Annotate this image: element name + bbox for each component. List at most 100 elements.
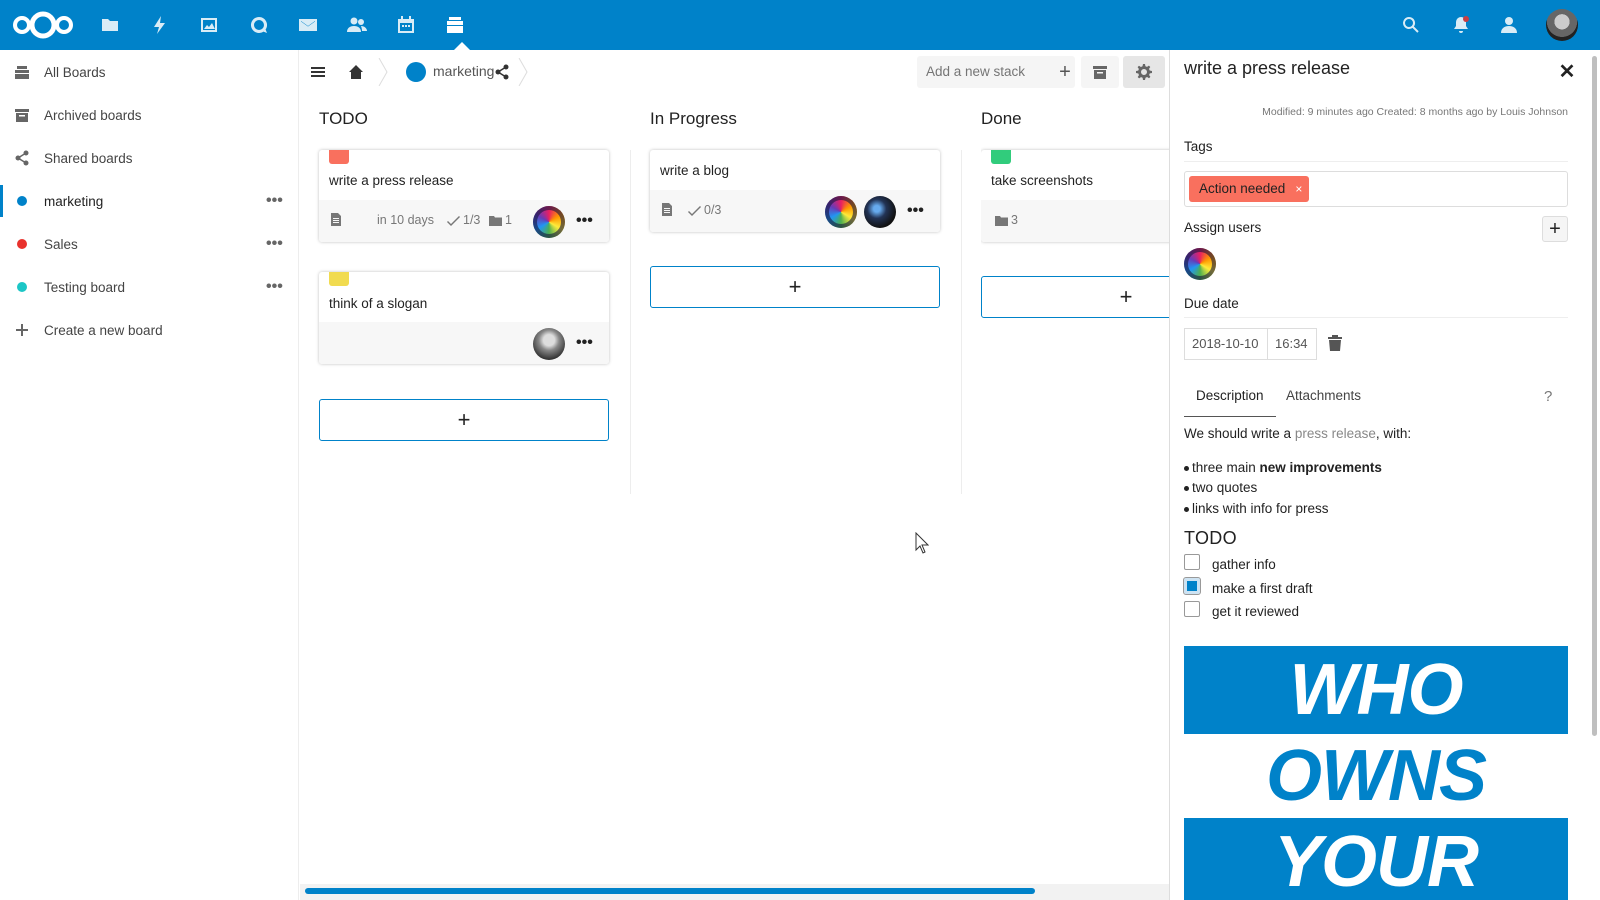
card[interactable]: take screenshots 3: [981, 150, 1169, 242]
contacts-icon[interactable]: [344, 12, 370, 38]
card[interactable]: write a press release in 10 days 1/3 1 •…: [319, 150, 609, 242]
assign-user-button[interactable]: +: [1542, 216, 1568, 242]
horizontal-scrollbar[interactable]: [305, 888, 1035, 894]
description-image: WHO OWNS YOUR: [1184, 646, 1568, 900]
active-tab-indicator: [1184, 416, 1276, 417]
checklist-checkbox[interactable]: [1183, 577, 1201, 595]
card[interactable]: write a blog 0/3 •••: [650, 150, 940, 232]
assignee-avatar[interactable]: [533, 328, 565, 360]
breadcrumb-board-name[interactable]: marketing: [433, 63, 494, 79]
tab-attachments[interactable]: Attachments: [1286, 388, 1361, 403]
description-text[interactable]: We should write a press release, with:: [1184, 426, 1411, 441]
stack-title: TODO: [319, 109, 368, 128]
vertical-scrollbar[interactable]: [1592, 56, 1597, 736]
assigned-user-avatar[interactable]: [1184, 248, 1216, 280]
hamburger-menu-icon[interactable]: [306, 56, 330, 88]
tag-remove-icon[interactable]: ×: [1295, 176, 1302, 202]
activity-icon[interactable]: [147, 12, 173, 38]
list-item: links with info for press: [1184, 501, 1329, 516]
card-meta: Modified: 9 minutes ago Created: 8 month…: [1262, 106, 1568, 118]
nextcloud-logo[interactable]: [12, 10, 74, 40]
nav-label: Sales: [44, 236, 78, 252]
add-stack-input[interactable]: [917, 56, 1075, 88]
tag-label: Action needed: [1199, 181, 1286, 196]
nav-label: marketing: [44, 193, 104, 209]
bullet-text: links with info for press: [1192, 501, 1329, 516]
plus-icon: [14, 322, 30, 338]
due-date-label: Due date: [1184, 296, 1239, 311]
trash-icon[interactable]: [1328, 335, 1344, 351]
sidebar-title[interactable]: write a press release: [1184, 58, 1350, 79]
due-date-input[interactable]: 2018-10-10: [1184, 328, 1268, 360]
add-stack-button[interactable]: +: [1053, 56, 1077, 88]
checklist-count: 0/3: [704, 203, 722, 217]
files-icon[interactable]: [97, 12, 123, 38]
poster-word: YOUR: [1273, 822, 1479, 900]
bullet-text: two quotes: [1192, 480, 1258, 495]
notifications-icon[interactable]: [1448, 12, 1474, 38]
breadcrumb-separator: [378, 57, 388, 87]
description-post: , with:: [1375, 426, 1412, 441]
board-menu-button[interactable]: •••: [266, 278, 283, 296]
gallery-icon[interactable]: [196, 12, 222, 38]
card-footer: in 10 days 1/3 1 •••: [319, 200, 609, 242]
checklist-checkbox[interactable]: [1184, 554, 1200, 570]
nav-create-board[interactable]: Create a new board: [0, 308, 299, 352]
card[interactable]: think of a slogan •••: [319, 272, 609, 364]
add-card-button[interactable]: +: [319, 399, 609, 441]
card-menu-button[interactable]: •••: [907, 202, 924, 220]
card-title: write a press release: [329, 173, 454, 188]
bullet-text: three main: [1192, 460, 1260, 475]
tags-label: Tags: [1184, 139, 1213, 154]
add-card-button[interactable]: +: [650, 266, 940, 308]
home-icon[interactable]: [344, 56, 368, 88]
assignee-avatar[interactable]: [864, 196, 896, 228]
nav-board-testing[interactable]: Testing board •••: [0, 265, 299, 309]
card-menu-button[interactable]: •••: [576, 212, 593, 230]
board-menu-button[interactable]: •••: [266, 235, 283, 253]
show-archived-button[interactable]: [1081, 56, 1119, 88]
breadcrumb-separator: [518, 57, 528, 87]
search-icon[interactable]: [1398, 12, 1424, 38]
help-icon[interactable]: ?: [1544, 388, 1552, 405]
user-avatar[interactable]: [1546, 9, 1578, 41]
board-menu-button[interactable]: •••: [266, 192, 283, 210]
tab-description[interactable]: Description: [1196, 388, 1264, 403]
nav-shared-boards[interactable]: Shared boards: [0, 136, 299, 180]
board-color-dot: [17, 196, 27, 206]
close-icon[interactable]: ✕: [1555, 59, 1579, 83]
nav-all-boards[interactable]: All Boards: [0, 50, 299, 94]
share-icon[interactable]: [490, 56, 514, 88]
calendar-icon[interactable]: [393, 12, 419, 38]
nav-label: Create a new board: [44, 322, 163, 338]
stack-todo: TODO write a press release in 10 days 1/…: [319, 94, 643, 492]
add-card-button[interactable]: +: [981, 276, 1169, 318]
active-app-indicator: [454, 42, 470, 50]
deck-icon[interactable]: [442, 12, 468, 38]
nav-board-sales[interactable]: Sales •••: [0, 222, 299, 266]
list-item: two quotes: [1183, 480, 1258, 495]
tag-action-needed[interactable]: Action needed ×: [1189, 176, 1310, 202]
checklist-checkbox[interactable]: [1184, 601, 1200, 617]
checklist-label: get it reviewed: [1212, 604, 1300, 619]
board-settings-button[interactable]: [1123, 56, 1165, 88]
card-title: write a blog: [660, 163, 730, 178]
stack-title: Done: [981, 109, 1022, 128]
attachments-count: 3: [1011, 213, 1018, 227]
talk-icon[interactable]: [246, 12, 272, 38]
attachments-badge: 1: [489, 213, 512, 227]
folder-icon: [995, 215, 1008, 226]
folder-icon: [489, 215, 502, 226]
archive-icon: [14, 107, 30, 123]
assignee-avatar[interactable]: [533, 206, 565, 238]
due-time-input[interactable]: 16:34: [1267, 328, 1317, 360]
tags-select[interactable]: Action needed ×: [1184, 171, 1568, 207]
mail-icon[interactable]: [295, 12, 321, 38]
nav-archived-boards[interactable]: Archived boards: [0, 93, 299, 137]
description-link[interactable]: press release: [1295, 426, 1376, 441]
stack-in-progress: In Progress write a blog 0/3 ••• +: [650, 94, 974, 492]
assignee-avatar[interactable]: [825, 196, 857, 228]
card-menu-button[interactable]: •••: [576, 334, 593, 352]
nav-board-marketing[interactable]: marketing •••: [0, 179, 299, 223]
contacts-menu-icon[interactable]: [1497, 12, 1523, 38]
